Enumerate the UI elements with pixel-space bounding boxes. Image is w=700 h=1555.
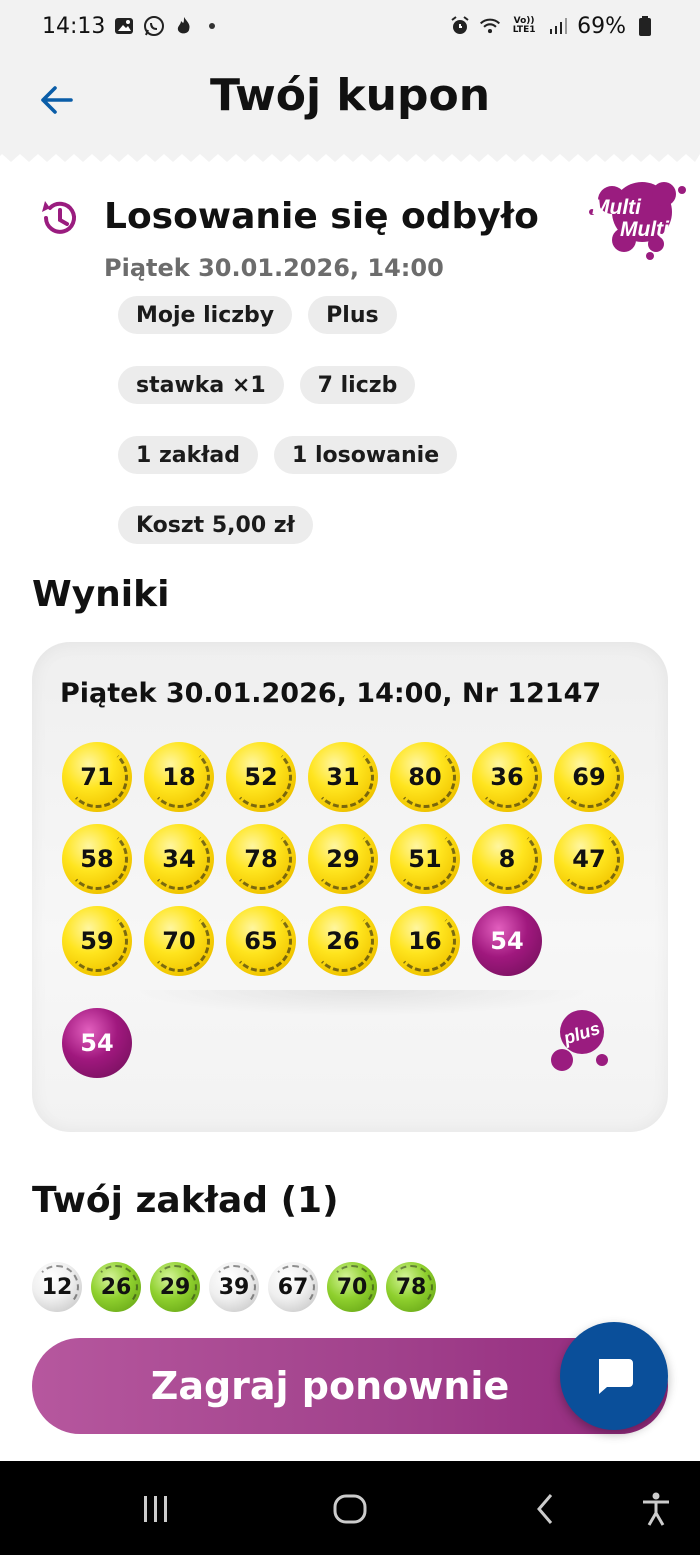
recent-apps-button[interactable] bbox=[128, 1481, 184, 1537]
status-left: 14:13 bbox=[42, 13, 216, 39]
bet-ball-miss: 67 bbox=[268, 1262, 318, 1312]
recent-apps-icon bbox=[144, 1496, 167, 1522]
chip-bets: 1 zakład bbox=[118, 436, 259, 474]
drawn-plus-ball: 54 bbox=[472, 906, 542, 976]
draw-status-title: Losowanie się odbyło bbox=[104, 196, 539, 237]
coupon-chips: Moje liczby Plus stawka ×1 7 liczb 1 zak… bbox=[118, 296, 578, 544]
drawn-ball: 52 bbox=[226, 742, 296, 812]
home-icon bbox=[333, 1494, 367, 1524]
drawn-ball: 65 bbox=[226, 906, 296, 976]
flame-icon bbox=[173, 15, 195, 37]
page-title: Twój kupon bbox=[209, 70, 491, 121]
bet-title: Twój zakład (1) bbox=[32, 1180, 339, 1221]
signal-icon bbox=[547, 15, 569, 37]
chip-plus: Plus bbox=[308, 296, 397, 334]
drawn-numbers-grid: 71 18 52 31 80 36 69 58 34 78 29 51 8 47… bbox=[62, 742, 642, 976]
drawn-ball: 70 bbox=[144, 906, 214, 976]
drawn-ball: 80 bbox=[390, 742, 460, 812]
whatsapp-icon bbox=[143, 15, 165, 37]
multi-multi-logo: Multi Multi bbox=[589, 182, 686, 260]
drawn-ball: 8 bbox=[472, 824, 542, 894]
drawn-ball: 78 bbox=[226, 824, 296, 894]
clock: 14:13 bbox=[42, 13, 106, 39]
drawn-ball: 16 bbox=[390, 906, 460, 976]
drawn-ball: 51 bbox=[390, 824, 460, 894]
network-type-label: Vo)) LTE1 bbox=[512, 16, 536, 35]
notification-dot-icon bbox=[209, 23, 216, 29]
drawn-ball: 69 bbox=[554, 742, 624, 812]
alarm-icon bbox=[449, 15, 471, 37]
plus-logo: plus bbox=[551, 1010, 608, 1071]
drawn-ball: 58 bbox=[62, 824, 132, 894]
back-nav-button[interactable] bbox=[518, 1481, 574, 1537]
plus-number-ball: 54 bbox=[62, 1008, 132, 1078]
drawn-ball: 71 bbox=[62, 742, 132, 812]
drawn-ball: 47 bbox=[554, 824, 624, 894]
chip-my-numbers: Moje liczby bbox=[118, 296, 293, 334]
chip-cost: Koszt 5,00 zł bbox=[118, 506, 313, 544]
bet-ball-miss: 39 bbox=[209, 1262, 259, 1312]
ticket-edge-zigzag bbox=[0, 150, 700, 162]
bet-ball-hit: 29 bbox=[150, 1262, 200, 1312]
svg-text:Multi: Multi bbox=[620, 218, 670, 241]
system-nav-bar bbox=[0, 1461, 700, 1555]
drawn-ball: 59 bbox=[62, 906, 132, 976]
bet-ball-hit: 26 bbox=[91, 1262, 141, 1312]
drawn-ball: 18 bbox=[144, 742, 214, 812]
bet-ball-hit: 78 bbox=[386, 1262, 436, 1312]
divider bbox=[132, 990, 592, 1016]
history-icon bbox=[42, 201, 76, 234]
chip-stake: stawka ×1 bbox=[118, 366, 284, 404]
chip-numbers-count: 7 liczb bbox=[299, 366, 416, 404]
status-right: Vo)) LTE1 69% bbox=[449, 14, 656, 39]
status-bar: 14:13 Vo)) LTE1 69% bbox=[0, 0, 700, 52]
chat-button[interactable] bbox=[560, 1322, 668, 1430]
accessibility-button[interactable] bbox=[628, 1481, 684, 1537]
svg-text:Multi: Multi bbox=[592, 196, 642, 219]
drawn-ball: 26 bbox=[308, 906, 378, 976]
bet-ball-hit: 70 bbox=[327, 1262, 377, 1312]
draw-number-line: Piątek 30.01.2026, 14:00, Nr 12147 bbox=[60, 678, 602, 709]
chat-bubble-icon bbox=[599, 1359, 633, 1394]
chip-draws: 1 losowanie bbox=[274, 436, 458, 474]
drawn-ball: 29 bbox=[308, 824, 378, 894]
home-button[interactable] bbox=[322, 1481, 378, 1537]
bet-ball-miss: 12 bbox=[32, 1262, 82, 1312]
drawn-ball: 34 bbox=[144, 824, 214, 894]
bet-numbers: 12 26 29 39 67 70 78 bbox=[32, 1262, 436, 1312]
results-title: Wyniki bbox=[32, 574, 170, 615]
back-chevron-icon bbox=[537, 1494, 553, 1524]
results-card: Piątek 30.01.2026, 14:00, Nr 12147 71 18… bbox=[32, 642, 668, 1132]
battery-percent: 69% bbox=[577, 13, 626, 39]
gallery-icon bbox=[113, 15, 135, 37]
battery-icon bbox=[634, 15, 656, 37]
wifi-icon bbox=[479, 15, 501, 37]
draw-date: Piątek 30.01.2026, 14:00 bbox=[104, 254, 444, 282]
accessibility-icon bbox=[643, 1492, 669, 1526]
drawn-ball: 36 bbox=[472, 742, 542, 812]
drawn-ball: 31 bbox=[308, 742, 378, 812]
